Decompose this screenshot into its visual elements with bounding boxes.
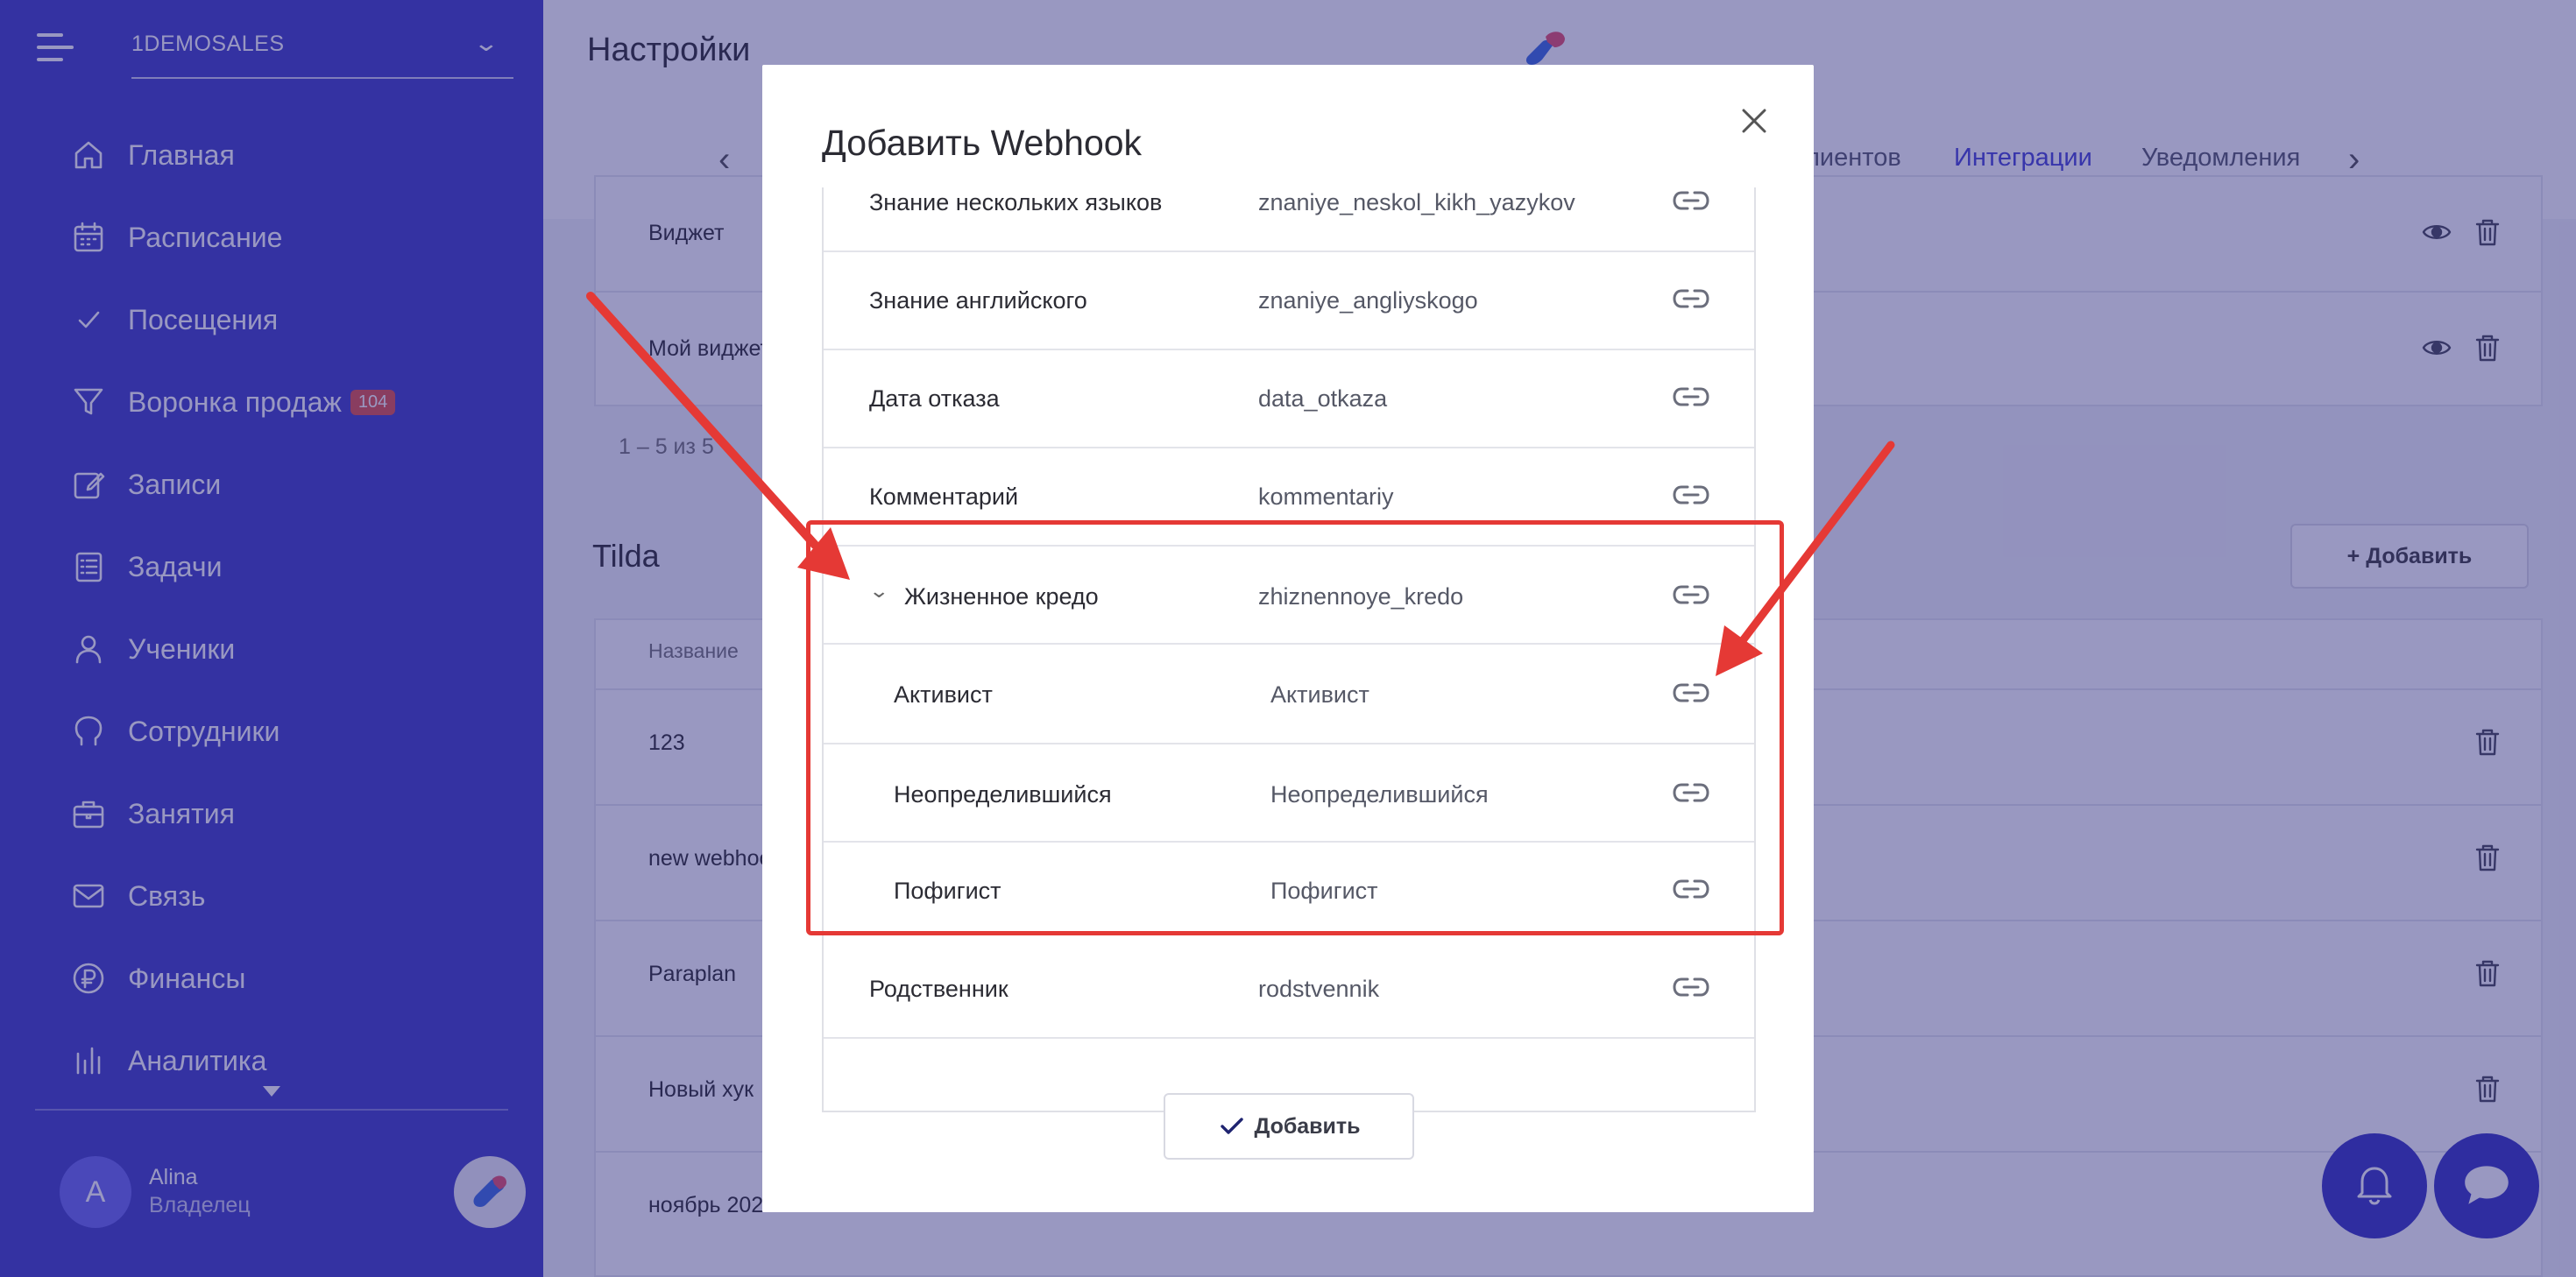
- field-group-row[interactable]: ⌄ Жизненное кредо zhiznennoye_kredo: [824, 547, 1754, 645]
- link-icon[interactable]: [1672, 286, 1710, 312]
- field-key: znaniye_angliyskogo: [1258, 287, 1478, 314]
- field-name: Знание нескольких языков: [869, 189, 1163, 215]
- field-list: Знание нескольких языков znaniye_neskol_…: [822, 187, 1756, 1112]
- link-icon[interactable]: [1672, 482, 1710, 508]
- field-key: Активист: [1270, 681, 1369, 708]
- field-key: Пофигист: [1270, 878, 1378, 904]
- chevron-down-icon[interactable]: ⌄: [868, 580, 889, 603]
- field-name: Пофигист: [894, 878, 1001, 904]
- field-name: Активист: [894, 681, 993, 708]
- field-name: Родственник: [869, 976, 1008, 1002]
- field-name: Знание английского: [869, 287, 1087, 314]
- field-key: zhiznennoye_kredo: [1258, 583, 1464, 610]
- link-icon[interactable]: [1672, 974, 1710, 1000]
- close-icon[interactable]: [1737, 103, 1779, 145]
- field-option-row[interactable]: Пофигист Пофигист: [824, 843, 1754, 941]
- field-row[interactable]: Комментарий kommentariy: [824, 448, 1754, 547]
- link-icon[interactable]: [1672, 187, 1710, 214]
- field-row[interactable]: Родственник rodstvennik: [824, 941, 1754, 1039]
- field-row[interactable]: Знание нескольких языков znaniye_neskol_…: [824, 187, 1754, 252]
- add-webhook-dialog: Добавить Webhook Знание нескольких языко…: [762, 65, 1814, 1212]
- field-name: Комментарий: [869, 483, 1019, 510]
- add-webhook-button[interactable]: Добавить: [1164, 1093, 1414, 1160]
- add-webhook-label: Добавить: [1254, 1113, 1361, 1139]
- field-name: Жизненное кредо: [904, 583, 1099, 610]
- link-icon[interactable]: [1672, 680, 1710, 706]
- field-key: Неопределившийся: [1270, 781, 1489, 808]
- field-option-row[interactable]: Неопределившийся Неопределившийся: [824, 744, 1754, 843]
- link-icon[interactable]: [1672, 780, 1710, 806]
- field-key: data_otkaza: [1258, 385, 1388, 412]
- field-row[interactable]: Дата отказа data_otkaza: [824, 350, 1754, 448]
- check-icon: [1217, 1111, 1247, 1141]
- field-row[interactable]: Знание английского znaniye_angliyskogo: [824, 252, 1754, 350]
- field-name: Неопределившийся: [894, 781, 1112, 808]
- field-option-row[interactable]: Активист Активист: [824, 645, 1754, 744]
- field-name: Дата отказа: [869, 385, 1000, 412]
- link-icon[interactable]: [1672, 876, 1710, 902]
- field-key: znaniye_neskol_kikh_yazykov: [1258, 189, 1575, 215]
- dialog-title: Добавить Webhook: [822, 123, 1143, 163]
- field-key: rodstvennik: [1258, 976, 1380, 1002]
- link-icon[interactable]: [1672, 384, 1710, 410]
- field-key: kommentariy: [1258, 483, 1394, 510]
- link-icon[interactable]: [1672, 582, 1710, 608]
